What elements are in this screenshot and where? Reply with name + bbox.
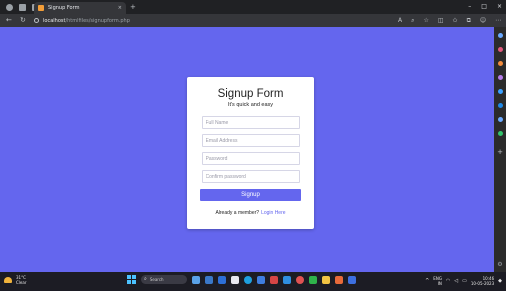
- vscode-icon[interactable]: [283, 275, 291, 284]
- start-icon[interactable]: [127, 275, 136, 284]
- member-text: Already a member?: [215, 210, 260, 216]
- favorite-star-icon[interactable]: ☆: [423, 16, 428, 25]
- battery-icon[interactable]: ▭: [462, 278, 467, 284]
- search-sidebar-icon[interactable]: [497, 33, 503, 38]
- tray-overflow-icon[interactable]: ^: [425, 278, 429, 284]
- app-blue-icon[interactable]: [348, 275, 356, 284]
- taskbar-apps: ⌕ Search: [127, 275, 356, 284]
- address-bar[interactable]: localhost/htmlfiles/signupform.php: [34, 16, 394, 25]
- favicon-icon: [38, 5, 44, 11]
- notes-icon[interactable]: [231, 275, 239, 284]
- close-window-button[interactable]: ×: [497, 3, 502, 11]
- page-background: Signup Form It's quick and easy Signup A…: [0, 27, 494, 272]
- task-view-icon[interactable]: [205, 275, 213, 284]
- weather-text: 31°C Clear: [16, 275, 26, 285]
- tab-title: Signup Form: [48, 5, 80, 11]
- drop-icon[interactable]: [497, 117, 503, 122]
- store-icon[interactable]: [257, 275, 265, 284]
- split-screen-icon[interactable]: ◫: [438, 16, 444, 25]
- profile-button-icon[interactable]: ☺: [480, 16, 486, 25]
- signup-button[interactable]: Signup: [200, 189, 301, 201]
- office-icon[interactable]: [497, 89, 503, 94]
- weather-icon: [4, 277, 12, 283]
- workspaces-icon[interactable]: [19, 3, 26, 11]
- minimize-button[interactable]: –: [468, 3, 471, 11]
- weather-widget[interactable]: 31°C Clear: [4, 275, 26, 285]
- taskbar: 31°C Clear ⌕ Search ^ ENG IN ◠ ◁ ▭ 10:46…: [0, 272, 506, 291]
- toolbar-actions: A ⌕ ☆ ◫ ✩ ⧉ ☺ ⋯: [398, 16, 501, 25]
- signup-card: Signup Form It's quick and easy Signup A…: [187, 77, 314, 229]
- favorites-icon[interactable]: ✩: [453, 16, 458, 25]
- zoom-icon[interactable]: ⌕: [411, 16, 414, 25]
- email-input[interactable]: [201, 134, 300, 147]
- login-prompt: Already a member? Login Here: [187, 210, 314, 216]
- wifi-icon[interactable]: ◠: [446, 278, 450, 284]
- tab-signup-form[interactable]: Signup Form ×: [34, 2, 126, 14]
- clock[interactable]: 10:46 10-05-2023: [471, 276, 494, 286]
- app-green-icon[interactable]: [309, 275, 317, 284]
- widgets-icon[interactable]: [192, 275, 200, 284]
- region-text: IN: [437, 281, 442, 286]
- tab-close-icon[interactable]: ×: [118, 5, 122, 11]
- password-input[interactable]: [201, 152, 300, 165]
- search-icon: ⌕: [144, 276, 147, 282]
- form-subtitle: It's quick and easy: [227, 102, 274, 108]
- chrome-icon[interactable]: [296, 275, 304, 284]
- clock-date: 10-05-2023: [470, 281, 495, 286]
- url-text: localhost/htmlfiles/signupform.php: [43, 18, 130, 24]
- read-aloud-icon[interactable]: A: [398, 16, 402, 25]
- designer-icon[interactable]: [497, 131, 503, 136]
- games-icon[interactable]: [497, 75, 503, 80]
- search-label: Search: [149, 277, 164, 282]
- app-red-icon[interactable]: [270, 275, 278, 284]
- app-orange-icon[interactable]: [335, 275, 343, 284]
- refresh-icon[interactable]: ↻: [20, 16, 26, 24]
- browser-window: Signup Form × + – □ × ← ↻ localhost/html…: [0, 0, 506, 291]
- tab-bar: Signup Form × + – □ ×: [0, 0, 506, 14]
- window-controls: – □ ×: [468, 3, 502, 11]
- form-title: Signup Form: [217, 88, 284, 100]
- add-sidebar-app-icon[interactable]: +: [497, 149, 503, 156]
- outlook-icon[interactable]: [497, 103, 503, 108]
- back-icon[interactable]: ←: [6, 16, 12, 24]
- sidebar-settings-icon[interactable]: ⚙: [497, 261, 502, 268]
- edge-sidebar: + ⚙: [494, 27, 506, 272]
- system-tray: ^ ENG IN ◠ ◁ ▭ 10:46 10-05-2023 ◆: [425, 276, 502, 286]
- url-path: /htmlfiles/signupform.php: [65, 17, 130, 24]
- full-name-input[interactable]: [201, 116, 300, 129]
- profile-icon[interactable]: [6, 3, 13, 11]
- file-explorer-icon[interactable]: [218, 275, 226, 284]
- taskbar-search[interactable]: ⌕ Search: [141, 275, 187, 284]
- maximize-button[interactable]: □: [481, 3, 487, 11]
- collections-icon[interactable]: ⧉: [467, 16, 471, 25]
- weather-desc: Clear: [16, 280, 27, 285]
- folder-icon[interactable]: [322, 275, 330, 284]
- confirm-password-input[interactable]: [201, 170, 300, 183]
- volume-icon[interactable]: ◁: [454, 278, 458, 284]
- login-link[interactable]: Login Here: [261, 210, 285, 216]
- shopping-icon[interactable]: [497, 47, 503, 52]
- tools-icon[interactable]: [497, 61, 503, 66]
- new-tab-button[interactable]: +: [130, 3, 136, 11]
- browser-toolbar: ← ↻ localhost/htmlfiles/signupform.php A…: [0, 14, 506, 27]
- url-host: localhost: [43, 17, 66, 24]
- language-indicator[interactable]: ENG IN: [433, 276, 442, 286]
- notification-icon[interactable]: ◆: [498, 278, 502, 284]
- edge-icon[interactable]: [244, 275, 252, 284]
- more-menu-icon[interactable]: ⋯: [495, 16, 501, 25]
- site-info-icon[interactable]: [34, 18, 39, 23]
